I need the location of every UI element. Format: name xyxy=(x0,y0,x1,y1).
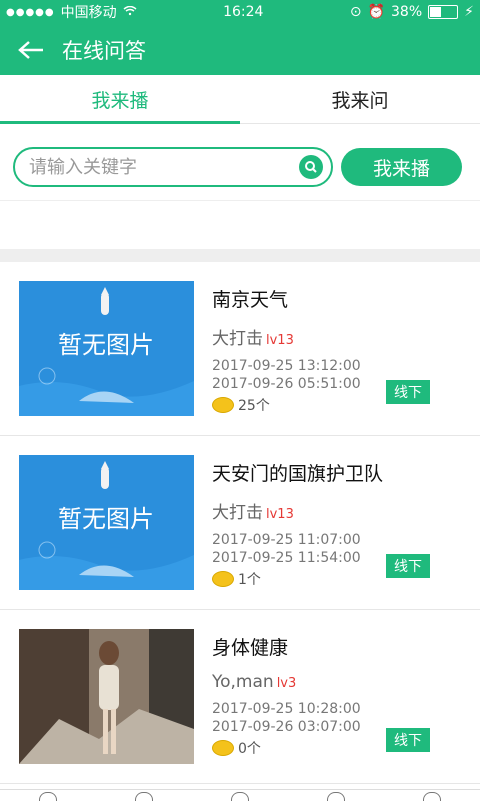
tab-ask[interactable]: 我来问 xyxy=(240,75,480,123)
status-bar: ●●●●● 中国移动 16:24 ⊙ ⏰ 38% ⚡ xyxy=(0,0,480,24)
page-title: 在线问答 xyxy=(62,38,146,63)
coin-icon xyxy=(212,397,234,413)
lock-icon: ⊙ xyxy=(349,4,362,20)
author-name: 大打击 xyxy=(212,503,263,523)
wifi-icon xyxy=(123,4,137,20)
carrier: 中国移动 xyxy=(60,5,117,21)
search-icon xyxy=(305,161,317,173)
charging-icon: ⚡ xyxy=(464,4,474,20)
status-right: ⊙ ⏰ 38% ⚡ xyxy=(350,4,474,20)
battery-percent: 38% xyxy=(391,4,423,20)
author: 大打击 lv13 xyxy=(212,324,430,349)
no-image-text: 暂无图片 xyxy=(58,331,154,359)
start-time: 2017-09-25 10:28:00 xyxy=(212,701,361,717)
question-title: 天安门的国旗护卫队 xyxy=(212,463,384,485)
start-time: 2017-09-25 13:12:00 xyxy=(212,358,361,374)
clock: 16:24 xyxy=(223,4,264,20)
battery-icon xyxy=(428,5,459,19)
back-arrow-icon xyxy=(18,40,43,59)
section-divider xyxy=(0,249,480,262)
offline-tag: 线下 xyxy=(386,554,430,578)
placeholder-image: 暂无图片 xyxy=(19,455,194,590)
list-item[interactable]: 暂无图片 南京天气 大打击 lv13 2017-09-25 13:12:00 20… xyxy=(0,262,480,436)
broadcast-button[interactable]: 我来播 xyxy=(341,148,462,186)
question-list: 暂无图片 南京天气 大打击 lv13 2017-09-25 13:12:00 20… xyxy=(0,262,480,784)
coin-value: 25个 xyxy=(238,398,270,414)
search-input[interactable] xyxy=(27,155,299,179)
level-badge: lv13 xyxy=(266,507,294,522)
coin-value: 0个 xyxy=(238,741,261,757)
author-name: Yo,man xyxy=(212,672,274,692)
placeholder-image: 暂无图片 xyxy=(19,281,194,416)
tab-broadcast[interactable]: 我来播 xyxy=(0,75,240,124)
alarm-icon: ⏰ xyxy=(367,4,386,20)
tab-bar: 我来播 我来问 xyxy=(0,75,480,124)
question-title: 身体健康 xyxy=(212,637,289,659)
level-badge: lv13 xyxy=(266,333,294,348)
offline-tag: 线下 xyxy=(386,728,430,752)
coin-value: 1个 xyxy=(238,572,261,588)
bottom-nav xyxy=(0,789,480,801)
coin-icon xyxy=(212,740,234,756)
author: 大打击 lv13 xyxy=(212,498,430,523)
spacer xyxy=(0,200,480,249)
list-item[interactable]: 暂无图片 天安门的国旗护卫队 大打击 lv13 2017-09-25 11:07:… xyxy=(0,436,480,610)
photo-image xyxy=(19,629,194,764)
top-bar: ●●●●● 中国移动 16:24 ⊙ ⏰ 38% ⚡ 在线问答 xyxy=(0,0,480,75)
signal-icon: ●●●●● xyxy=(6,6,55,18)
coin-icon xyxy=(212,571,234,587)
list-item[interactable]: 身体健康 Yo,man lv3 2017-09-25 10:28:00 2017-… xyxy=(0,610,480,784)
back-button[interactable] xyxy=(16,35,46,65)
no-image-text: 暂无图片 xyxy=(58,505,154,533)
nav-bar: 在线问答 xyxy=(0,24,480,75)
search-box xyxy=(13,147,333,187)
level-badge: lv3 xyxy=(276,676,297,691)
status-left: ●●●●● 中国移动 xyxy=(6,2,137,22)
offline-tag: 线下 xyxy=(386,380,430,404)
author-name: 大打击 xyxy=(212,329,263,349)
start-time: 2017-09-25 11:07:00 xyxy=(212,532,361,548)
search-bar: 我来播 xyxy=(0,124,480,200)
question-title: 南京天气 xyxy=(212,289,289,311)
author: Yo,man lv3 xyxy=(212,672,430,692)
search-button[interactable] xyxy=(299,155,323,179)
